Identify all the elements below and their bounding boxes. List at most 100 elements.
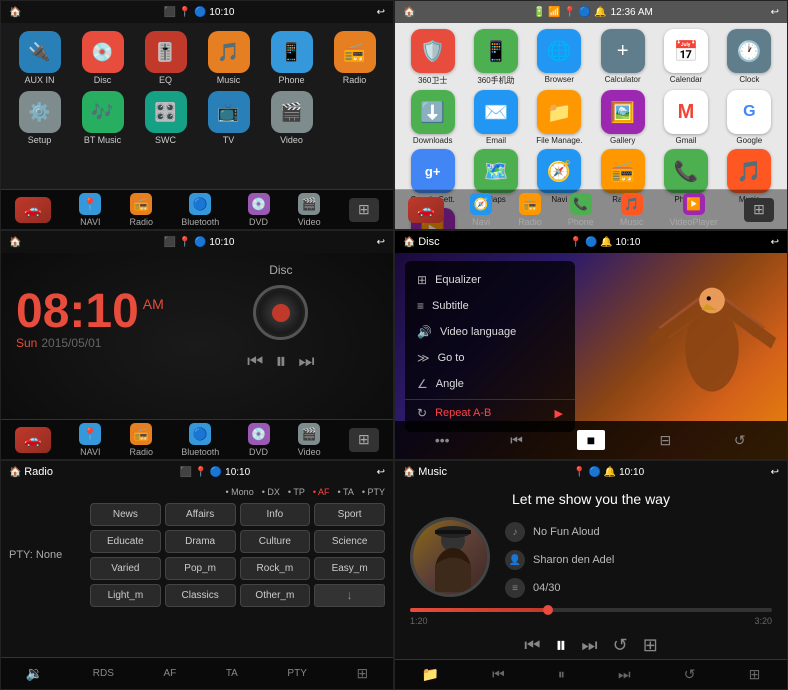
pty-varied[interactable]: Varied bbox=[90, 557, 161, 580]
pty-drama[interactable]: Drama bbox=[165, 530, 236, 553]
home-icon[interactable]: 🏠 bbox=[9, 7, 21, 18]
car-button[interactable]: 🚗 bbox=[15, 197, 51, 223]
app-setup[interactable]: ⚙️ Setup bbox=[11, 91, 68, 145]
menu-equalizer[interactable]: ⊞ Equalizer bbox=[405, 267, 575, 293]
home-icon-6[interactable]: 🏠 Music bbox=[403, 466, 447, 478]
grid-button-3[interactable]: ⊞ bbox=[349, 428, 379, 452]
pty-light-m[interactable]: Light_m bbox=[90, 584, 161, 607]
ta-btn[interactable]: TA bbox=[226, 668, 238, 679]
pty-affairs[interactable]: Affairs bbox=[165, 503, 236, 526]
app-music[interactable]: 🎵 Music bbox=[200, 31, 257, 85]
back-button-1[interactable]: ↩ bbox=[377, 7, 385, 18]
nav-radio[interactable]: 📻 Radio bbox=[130, 193, 154, 227]
pty-science[interactable]: Science bbox=[314, 530, 385, 553]
home-icon-3[interactable]: 🏠 bbox=[9, 237, 21, 248]
app-360-helper[interactable]: 📱 360手机助 bbox=[466, 29, 525, 86]
radio-opt-tp[interactable]: • TP bbox=[288, 487, 305, 497]
menu-dots-btn[interactable]: ••• bbox=[428, 430, 456, 450]
disc-stop-btn[interactable]: ■ bbox=[577, 430, 605, 450]
nav-bluetooth-3[interactable]: 🔵 Bluetooth bbox=[181, 423, 219, 457]
pty-culture[interactable]: Culture bbox=[240, 530, 311, 553]
music-play-bottom[interactable]: ⏸ bbox=[558, 666, 565, 683]
pty-news[interactable]: News bbox=[90, 503, 161, 526]
music-repeat-btn[interactable]: ↺ bbox=[613, 635, 628, 656]
app-tv[interactable]: 📺 TV bbox=[200, 91, 257, 145]
music-next-btn[interactable]: ⏭ bbox=[581, 635, 597, 656]
app-calculator[interactable]: + Calculator bbox=[593, 29, 652, 86]
disc-chapter-btn[interactable]: ⊟ bbox=[651, 430, 679, 450]
pty-sport[interactable]: Sport bbox=[314, 503, 385, 526]
app-swc[interactable]: 🎛️ SWC bbox=[137, 91, 194, 145]
home-icon-4[interactable]: 🏠 Disc bbox=[403, 236, 440, 248]
pty-other-m[interactable]: Other_m bbox=[240, 584, 311, 607]
pty-classics[interactable]: Classics bbox=[165, 584, 236, 607]
progress-bar[interactable] bbox=[410, 608, 772, 612]
settings-icon[interactable]: ⊞ bbox=[356, 665, 368, 682]
music-prev-btn[interactable]: ⏮ bbox=[524, 635, 540, 656]
radio-opt-ta[interactable]: • TA bbox=[338, 487, 354, 497]
pty-easy-m[interactable]: Easy_m bbox=[314, 557, 385, 580]
car-button-2[interactable]: 🚗 bbox=[408, 197, 444, 223]
music-pause-btn[interactable]: ⏸ bbox=[555, 632, 566, 658]
nav-video[interactable]: 🎬 Video bbox=[298, 193, 321, 227]
nav-navi-3[interactable]: 📍 NAVI bbox=[79, 423, 101, 457]
app-google[interactable]: G Google bbox=[720, 90, 779, 145]
music-playlist-btn[interactable]: ⊞ bbox=[643, 635, 658, 656]
menu-angle[interactable]: ∠ Angle bbox=[405, 371, 575, 397]
af-btn[interactable]: AF bbox=[163, 668, 176, 679]
back-button-6[interactable]: ↩ bbox=[771, 467, 779, 478]
radio-opt-pty[interactable]: • PTY bbox=[362, 487, 385, 497]
app-eq[interactable]: 🎚️ EQ bbox=[137, 31, 194, 85]
app-clock[interactable]: 🕐 Clock bbox=[720, 29, 779, 86]
pty-info[interactable]: Info bbox=[240, 503, 311, 526]
pty-btn[interactable]: PTY bbox=[287, 668, 306, 679]
pty-rock-m[interactable]: Rock_m bbox=[240, 557, 311, 580]
nav-dvd[interactable]: 💿 DVD bbox=[248, 193, 270, 227]
app-video[interactable]: 🎬 Video bbox=[263, 91, 320, 145]
app-gmail[interactable]: M Gmail bbox=[656, 90, 715, 145]
nav-video-3[interactable]: 🎬 Video bbox=[298, 423, 321, 457]
pause-btn[interactable]: ⏸ bbox=[275, 348, 286, 374]
nav-music-2[interactable]: 🎵 Music bbox=[620, 193, 644, 227]
back-button-2[interactable]: ↩ bbox=[771, 7, 779, 18]
app-radio[interactable]: 📻 Radio bbox=[326, 31, 383, 85]
app-phone[interactable]: 📱 Phone bbox=[263, 31, 320, 85]
prev-track-btn[interactable]: ⏮ bbox=[247, 351, 263, 372]
volume-icon[interactable]: 🔉 bbox=[26, 665, 43, 682]
nav-video-player[interactable]: ▶️ VideoPlayer bbox=[669, 193, 717, 227]
grid-button[interactable]: ⊞ bbox=[349, 198, 379, 222]
app-browser[interactable]: 🌐 Browser bbox=[530, 29, 589, 86]
menu-subtitle[interactable]: ≡ Subtitle bbox=[405, 293, 575, 319]
nav-dvd-3[interactable]: 💿 DVD bbox=[248, 423, 270, 457]
rds-btn[interactable]: RDS bbox=[93, 668, 114, 679]
back-button-5[interactable]: ↩ bbox=[377, 467, 385, 478]
app-file-manager[interactable]: 📁 File Manage. bbox=[530, 90, 589, 145]
radio-opt-mono[interactable]: • Mono bbox=[226, 487, 254, 497]
pty-scroll-down[interactable]: ↓ bbox=[314, 584, 385, 607]
app-gallery[interactable]: 🖼️ Gallery bbox=[593, 90, 652, 145]
app-email[interactable]: ✉️ Email bbox=[466, 90, 525, 145]
music-next-bottom[interactable]: ⏭ bbox=[618, 666, 631, 683]
music-menu-btn[interactable]: ⊞ bbox=[749, 666, 761, 683]
nav-radio-2[interactable]: 📻 Radio bbox=[518, 193, 542, 227]
app-calendar[interactable]: 📅 Calendar bbox=[656, 29, 715, 86]
nav-bluetooth[interactable]: 🔵 Bluetooth bbox=[181, 193, 219, 227]
car-button-3[interactable]: 🚗 bbox=[15, 427, 51, 453]
pty-educate[interactable]: Educate bbox=[90, 530, 161, 553]
radio-opt-af[interactable]: • AF bbox=[313, 487, 330, 497]
disc-prev-btn[interactable]: ⏮ bbox=[503, 430, 531, 450]
app-aux-in[interactable]: 🔌 AUX IN bbox=[11, 31, 68, 85]
home-icon-5[interactable]: 🏠 Radio bbox=[9, 466, 53, 478]
app-downloads[interactable]: ⬇️ Downloads bbox=[403, 90, 462, 145]
next-track-btn[interactable]: ⏭ bbox=[298, 351, 314, 372]
music-prev-bottom[interactable]: ⏮ bbox=[492, 666, 505, 683]
app-360-guard[interactable]: 🛡️ 360卫士 bbox=[403, 29, 462, 86]
app-disc[interactable]: 💿 Disc bbox=[74, 31, 131, 85]
grid-button-2[interactable]: ⊞ bbox=[744, 198, 774, 222]
music-shuffle-btn[interactable]: ↺ bbox=[684, 666, 696, 683]
menu-goto[interactable]: ≫ Go to bbox=[405, 345, 575, 371]
nav-navi[interactable]: 📍 NAVI bbox=[79, 193, 101, 227]
nav-radio-3[interactable]: 📻 Radio bbox=[130, 423, 154, 457]
back-button-4[interactable]: ↩ bbox=[771, 237, 779, 248]
pty-pop-m[interactable]: Pop_m bbox=[165, 557, 236, 580]
